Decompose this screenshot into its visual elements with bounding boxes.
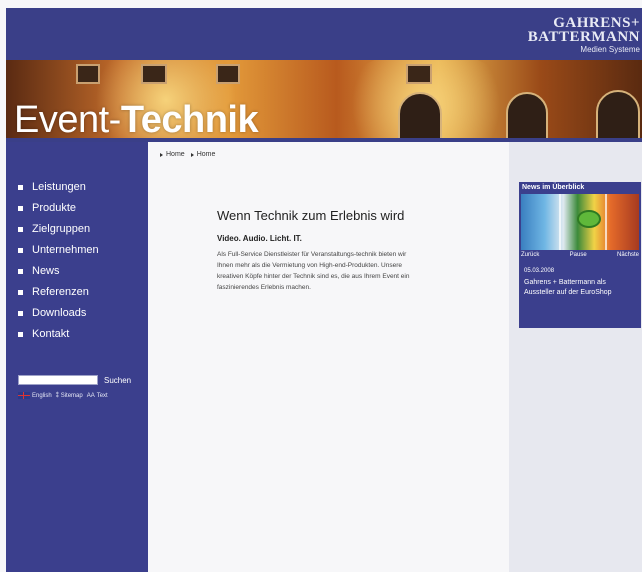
sidebar: Leistungen Produkte Zielgruppen Unterneh… xyxy=(6,142,148,572)
nav-item-label: Produkte xyxy=(32,202,77,214)
hero-arched-window xyxy=(596,90,640,142)
nav-item-zielgruppen[interactable]: Zielgruppen xyxy=(18,222,99,243)
hero-banner: Event-Technik xyxy=(6,60,642,142)
page-subtitle: Video. Audio. Licht. IT. xyxy=(217,234,302,243)
search-bar: Suchen xyxy=(18,375,131,385)
bullet-icon xyxy=(18,248,23,253)
breadcrumb-item[interactable]: Home xyxy=(197,151,216,158)
sitemap-link[interactable]: Sitemap xyxy=(61,393,83,399)
news-teaser: News im Überblick Zurück Pause Nächste 0… xyxy=(519,182,641,328)
logo-line-2: BATTERMANN xyxy=(527,29,640,45)
breadcrumb: Home Home xyxy=(160,151,215,158)
nav-item-news[interactable]: News xyxy=(18,264,99,285)
nav-item-label: Zielgruppen xyxy=(32,223,91,235)
hero-title-part2: Technik xyxy=(120,99,259,141)
image-panel-divider xyxy=(559,194,561,250)
nav-item-kontakt[interactable]: Kontakt xyxy=(18,327,99,348)
nav-item-downloads[interactable]: Downloads xyxy=(18,306,99,327)
news-headline-link[interactable]: Gahrens + Battermann als Aussteller auf … xyxy=(524,278,636,298)
bullet-icon xyxy=(18,206,23,211)
breadcrumb-item[interactable]: Home xyxy=(166,151,185,158)
text-link[interactable]: Text xyxy=(97,393,108,399)
search-button[interactable]: Suchen xyxy=(104,376,131,385)
bullet-icon xyxy=(18,227,23,232)
hero-window xyxy=(216,64,240,84)
nav-item-unternehmen[interactable]: Unternehmen xyxy=(18,243,99,264)
nav-item-label: Unternehmen xyxy=(32,244,99,256)
header-bar: GAHRENS+ BATTERMANN Medien Systeme xyxy=(6,8,642,60)
hero-arched-window xyxy=(506,92,548,142)
hero-title: Event-Technik xyxy=(14,99,259,141)
nav-item-leistungen[interactable]: Leistungen xyxy=(18,180,99,201)
nav-item-referenzen[interactable]: Referenzen xyxy=(18,285,99,306)
breadcrumb-arrow-icon xyxy=(190,152,194,157)
logo-tagline: Medien Systeme xyxy=(580,45,640,54)
nav-item-produkte[interactable]: Produkte xyxy=(18,201,99,222)
bullet-icon xyxy=(18,290,23,295)
logo-line-1: GAHRENS+ xyxy=(553,15,640,31)
intro-text: Als Full-Service Dienstleister für Veran… xyxy=(217,251,410,291)
uk-flag-icon xyxy=(18,392,30,399)
text-size-icon: AA xyxy=(86,392,95,399)
hero-window xyxy=(141,64,167,84)
sitemap-icon: ⁑ xyxy=(55,393,59,399)
news-prev-button[interactable]: Zurück xyxy=(521,252,539,258)
bullet-icon xyxy=(18,269,23,274)
news-slider-controls: Zurück Pause Nächste xyxy=(521,252,639,258)
nav-item-label: Kontakt xyxy=(32,328,70,340)
hero-window xyxy=(406,64,432,84)
english-link[interactable]: English xyxy=(32,393,52,399)
hero-window xyxy=(76,64,100,84)
news-header: News im Überblick xyxy=(522,184,585,191)
nav-item-label: Referenzen xyxy=(32,286,89,298)
news-image[interactable] xyxy=(521,194,639,250)
page-title: Wenn Technik zum Erlebnis wird xyxy=(217,208,405,223)
news-pause-button[interactable]: Pause xyxy=(570,252,587,258)
news-date: 05.03.2008 xyxy=(524,268,555,274)
breadcrumb-arrow-icon xyxy=(160,152,163,157)
image-panel-divider xyxy=(605,194,607,250)
bullet-icon xyxy=(18,311,23,316)
brand-logo[interactable]: GAHRENS+ BATTERMANN Medien Systeme xyxy=(528,16,640,55)
nav-item-label: News xyxy=(32,265,60,277)
main-nav: Leistungen Produkte Zielgruppen Unterneh… xyxy=(18,180,99,348)
nav-item-label: Downloads xyxy=(32,307,87,319)
hero-arched-window xyxy=(398,92,442,142)
bullet-icon xyxy=(18,332,23,337)
utility-links: English ⁑ Sitemap AA Text xyxy=(18,392,108,399)
bullet-icon xyxy=(18,185,23,190)
nav-item-label: Leistungen xyxy=(32,181,86,193)
news-next-button[interactable]: Nächste xyxy=(617,252,639,258)
hero-title-part1: Event- xyxy=(14,99,121,141)
frog-image-detail xyxy=(577,210,601,228)
search-input[interactable] xyxy=(18,375,98,385)
